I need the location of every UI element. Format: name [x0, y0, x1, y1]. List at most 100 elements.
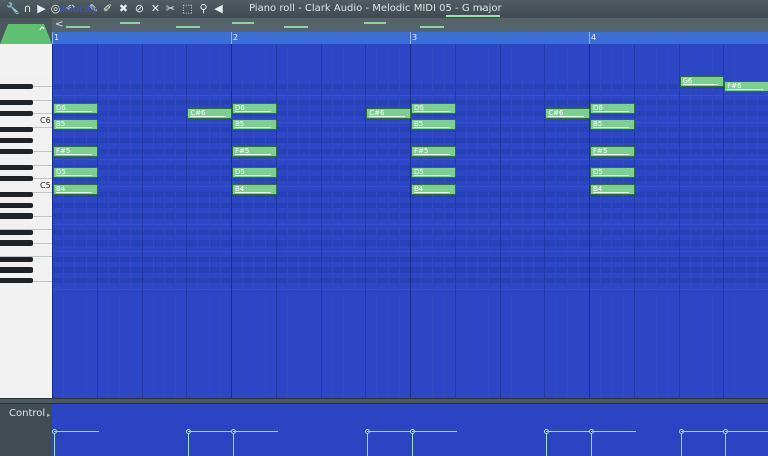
note[interactable]: D6: [232, 102, 277, 114]
note[interactable]: C#6: [545, 107, 590, 119]
paint-brush-icon[interactable]: ✐: [101, 1, 114, 16]
note[interactable]: C#6: [366, 107, 411, 119]
grid-step-line: [633, 44, 635, 398]
window-title[interactable]: Piano roll - Clark Audio - Melodic MIDI …: [249, 2, 502, 16]
grid-step-line: [141, 44, 143, 398]
note[interactable]: B5: [232, 118, 277, 130]
note[interactable]: B5: [411, 118, 456, 130]
ruler-bar-tick: [589, 32, 590, 44]
note[interactable]: B4: [53, 183, 98, 195]
control-selector[interactable]: Control: [9, 408, 45, 420]
overview-note-mark: [66, 26, 90, 28]
velocity-stem[interactable]: [54, 432, 55, 456]
piano-roll-toolbar: 🔧 ∩ ▶ ◎ ↶ ✎ ✐ ✖ ⊘ ✕ ✂ ⬚ ⚲ ◀ Piano roll - Clark Audio …: [0, 0, 768, 19]
note[interactable]: F#6: [724, 80, 768, 92]
black-key[interactable]: [0, 229, 33, 235]
black-key[interactable]: [0, 148, 33, 154]
black-key[interactable]: [0, 256, 33, 262]
overview-note-mark: [232, 22, 254, 24]
play-icon[interactable]: ▶: [35, 1, 48, 16]
grid-step-line: [275, 44, 277, 398]
black-key[interactable]: [0, 126, 33, 133]
piano-keyboard[interactable]: C6 C5: [0, 44, 52, 398]
black-key[interactable]: [0, 175, 33, 181]
grid-step-line: [219, 44, 221, 398]
note[interactable]: F#5: [232, 145, 277, 157]
control-arrow-icon[interactable]: ▸: [47, 410, 51, 420]
black-key[interactable]: [0, 137, 33, 144]
note-grid[interactable]: D6 B5 F#5 D5 B4 C#6 D6 B5 F#5 D5 B4 C#6 D6 B5 F#5 D5 B4 C…: [52, 44, 768, 398]
ruler-bar-number: 3: [412, 33, 418, 42]
black-key[interactable]: [0, 240, 33, 246]
grid-step-line: [432, 44, 434, 398]
note[interactable]: G6: [679, 75, 725, 87]
black-key[interactable]: [0, 202, 33, 208]
black-key[interactable]: [0, 164, 33, 171]
black-key[interactable]: [0, 267, 33, 273]
black-key[interactable]: [0, 191, 33, 198]
black-key[interactable]: [0, 99, 33, 106]
note[interactable]: D5: [411, 167, 456, 179]
grid-step-line: [723, 44, 725, 398]
title-menu-arrow-icon[interactable]: ▸: [480, 2, 484, 16]
note-velocity-bar: [593, 175, 629, 177]
note[interactable]: D6: [590, 102, 635, 114]
slice-icon[interactable]: ✂: [164, 1, 177, 16]
ruler-bar-tick: [410, 32, 411, 44]
speaker-icon[interactable]: ◀: [212, 1, 225, 16]
note[interactable]: F#5: [411, 145, 456, 157]
velocity-stem[interactable]: [188, 432, 190, 456]
grid-step-line: [398, 44, 400, 398]
grid-step-line: [477, 44, 479, 398]
note[interactable]: B4: [411, 183, 456, 195]
overview-note-mark: [120, 22, 140, 24]
velocity-stem[interactable]: [546, 432, 548, 456]
note[interactable]: C#6: [187, 107, 232, 119]
grid-step-line: [644, 44, 646, 398]
black-key[interactable]: [0, 213, 33, 219]
velocity-stem[interactable]: [680, 432, 682, 456]
zoom-icon[interactable]: ⚲: [197, 1, 210, 16]
grid-step-line: [208, 44, 210, 398]
black-key[interactable]: [0, 83, 33, 90]
grid-step-line: [465, 44, 467, 398]
black-key[interactable]: [0, 110, 33, 117]
scroll-left-icon[interactable]: <: [55, 18, 63, 31]
note[interactable]: B4: [590, 183, 635, 195]
note[interactable]: B4: [232, 183, 277, 195]
pattern-overview[interactable]: <: [52, 18, 768, 33]
note-velocity-bar: [593, 126, 629, 128]
note[interactable]: F#5: [590, 145, 635, 157]
note-velocity-bar: [682, 83, 719, 85]
ruler-bar-number: 1: [54, 33, 60, 42]
note[interactable]: D5: [590, 167, 635, 179]
grid-step-line: [555, 44, 557, 398]
wrench-icon[interactable]: 🔧: [6, 1, 20, 16]
erase-icon[interactable]: ✖: [117, 1, 130, 16]
black-key[interactable]: [0, 278, 33, 284]
overview-note-mark: [364, 22, 386, 24]
velocity-stem[interactable]: [591, 432, 592, 456]
mute-icon[interactable]: ✕: [149, 1, 162, 16]
note[interactable]: B5: [590, 118, 635, 130]
grid-step-line: [309, 44, 311, 398]
velocity-stem[interactable]: [412, 432, 413, 456]
velocity-stem[interactable]: [233, 432, 234, 456]
velocity-length-line: [546, 431, 591, 432]
velocity-stem[interactable]: [725, 432, 727, 456]
magnet-icon[interactable]: ∩: [21, 1, 34, 16]
velocity-lane[interactable]: [52, 404, 768, 456]
grid-step-line: [264, 44, 266, 398]
note[interactable]: D5: [232, 167, 277, 179]
piano-roll-corner-icon[interactable]: [0, 18, 52, 44]
note[interactable]: F#5: [53, 145, 98, 157]
note-velocity-bar: [235, 175, 271, 177]
note[interactable]: D6: [411, 102, 456, 114]
delete-icon[interactable]: ⊘: [133, 1, 146, 16]
note[interactable]: B5: [53, 118, 98, 130]
velocity-stem[interactable]: [367, 432, 369, 456]
select-icon[interactable]: ⬚: [181, 1, 194, 16]
note-velocity-bar: [56, 153, 92, 155]
note[interactable]: D5: [53, 167, 98, 179]
note[interactable]: D6: [53, 102, 98, 114]
